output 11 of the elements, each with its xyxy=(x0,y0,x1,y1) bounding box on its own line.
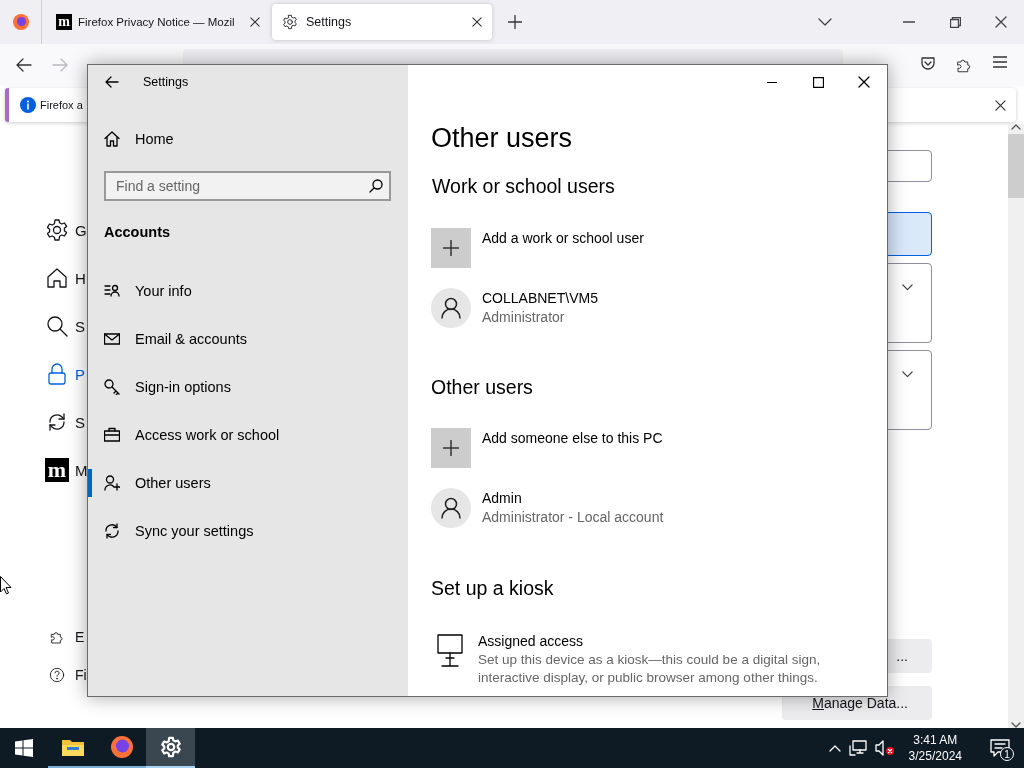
window-title: Settings xyxy=(143,75,189,89)
section-heading: Other users xyxy=(431,375,534,400)
m-logo: m xyxy=(45,458,69,482)
notification-badge: 1 xyxy=(1000,747,1014,761)
section-heading: Work or school users xyxy=(432,174,616,199)
page-title: Other users xyxy=(431,122,574,155)
m-logo: m xyxy=(56,14,72,30)
notification-text: Firefox a xyxy=(40,99,83,111)
section-heading: Set up a kiosk xyxy=(431,576,555,601)
section-label: Accounts xyxy=(104,223,172,242)
description-text: Set up this device as a kiosk—this could be a digital sign, interactive display, or public browser among other things. xyxy=(478,651,822,687)
